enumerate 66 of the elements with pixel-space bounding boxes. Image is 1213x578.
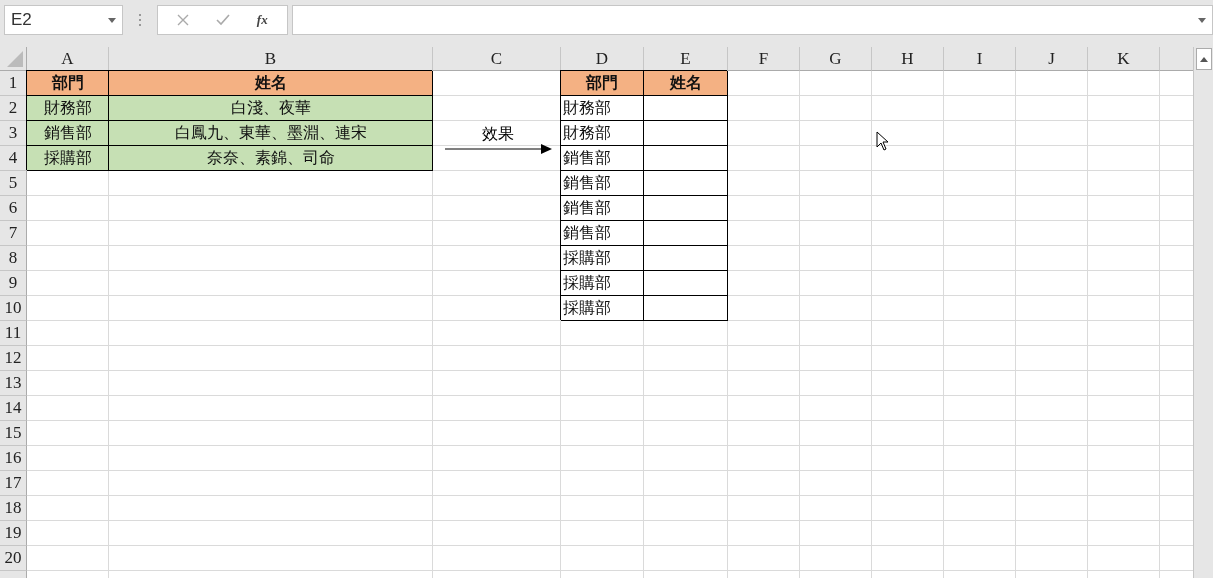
cell-reference: E2 (11, 10, 32, 30)
cancel-icon[interactable] (177, 14, 190, 26)
table-cell: 財務部 (561, 96, 644, 121)
table-cell: 銷售部 (27, 121, 109, 146)
table-cell: 奈奈、素錦、司命 (109, 146, 433, 171)
row-header[interactable]: 1 (0, 71, 27, 96)
row-header[interactable]: 6 (0, 196, 27, 221)
select-all-button[interactable] (0, 47, 27, 71)
table-cell: 採購部 (561, 271, 644, 296)
row-header[interactable]: 3 (0, 121, 27, 146)
table-cell: 白淺、夜華 (109, 96, 433, 121)
row-header[interactable]: 4 (0, 146, 27, 171)
column-header[interactable]: J (1016, 47, 1088, 71)
arrow-label: 效果 (481, 124, 514, 144)
row-header[interactable]: 8 (0, 246, 27, 271)
table-cell: 姓名 (644, 71, 728, 96)
insert-function-button[interactable]: fx (256, 12, 268, 28)
row-header[interactable]: 18 (0, 496, 27, 521)
row-header[interactable]: 17 (0, 471, 27, 496)
column-header[interactable]: H (872, 47, 944, 71)
row-header[interactable]: 7 (0, 221, 27, 246)
table-cell: 銷售部 (561, 221, 644, 246)
mouse-pointer-icon (876, 131, 890, 151)
column-header[interactable]: B (109, 47, 433, 71)
up-arrow-icon (1199, 56, 1208, 62)
vertical-scrollbar[interactable] (1193, 47, 1213, 578)
column-header[interactable]: I (944, 47, 1016, 71)
row-header[interactable]: 16 (0, 446, 27, 471)
table-cell: 銷售部 (561, 196, 644, 221)
table-cell: 部門 (27, 71, 109, 96)
row-header[interactable]: 14 (0, 396, 27, 421)
column-header[interactable]: C (433, 47, 561, 71)
grip-icon (139, 14, 142, 27)
row-header[interactable]: 12 (0, 346, 27, 371)
table-cell: 採購部 (27, 146, 109, 171)
table-cell: 財務部 (27, 96, 109, 121)
check-icon[interactable] (216, 14, 231, 26)
row-header[interactable]: 11 (0, 321, 27, 346)
table-cell: 銷售部 (561, 171, 644, 196)
table-cell: 採購部 (561, 296, 644, 321)
column-header[interactable]: A (27, 47, 109, 71)
caret-icon (108, 17, 116, 23)
table-cell: 銷售部 (561, 146, 644, 171)
row-header[interactable]: 20 (0, 546, 27, 571)
column-header[interactable]: G (800, 47, 872, 71)
select-all-icon (7, 51, 23, 67)
row-header[interactable]: 13 (0, 371, 27, 396)
table-cell: 姓名 (109, 71, 433, 96)
row-header[interactable]: 10 (0, 296, 27, 321)
formula-input[interactable] (292, 5, 1213, 35)
table-cell: 財務部 (561, 121, 644, 146)
column-header[interactable]: K (1088, 47, 1160, 71)
table-cell: 部門 (561, 71, 644, 96)
table-cell: 採購部 (561, 246, 644, 271)
scroll-up-button[interactable] (1195, 48, 1212, 70)
table-cell: 白鳳九、東華、墨淵、連宋 (109, 121, 433, 146)
caret-icon (1198, 17, 1206, 23)
row-header[interactable]: 15 (0, 421, 27, 446)
row-header[interactable]: 5 (0, 171, 27, 196)
row-header[interactable]: 9 (0, 271, 27, 296)
column-header[interactable]: D (561, 47, 644, 71)
name-box[interactable]: E2 (4, 5, 123, 35)
row-header[interactable]: 19 (0, 521, 27, 546)
row-header[interactable]: 2 (0, 96, 27, 121)
column-header[interactable]: F (728, 47, 800, 71)
column-header[interactable]: E (644, 47, 728, 71)
